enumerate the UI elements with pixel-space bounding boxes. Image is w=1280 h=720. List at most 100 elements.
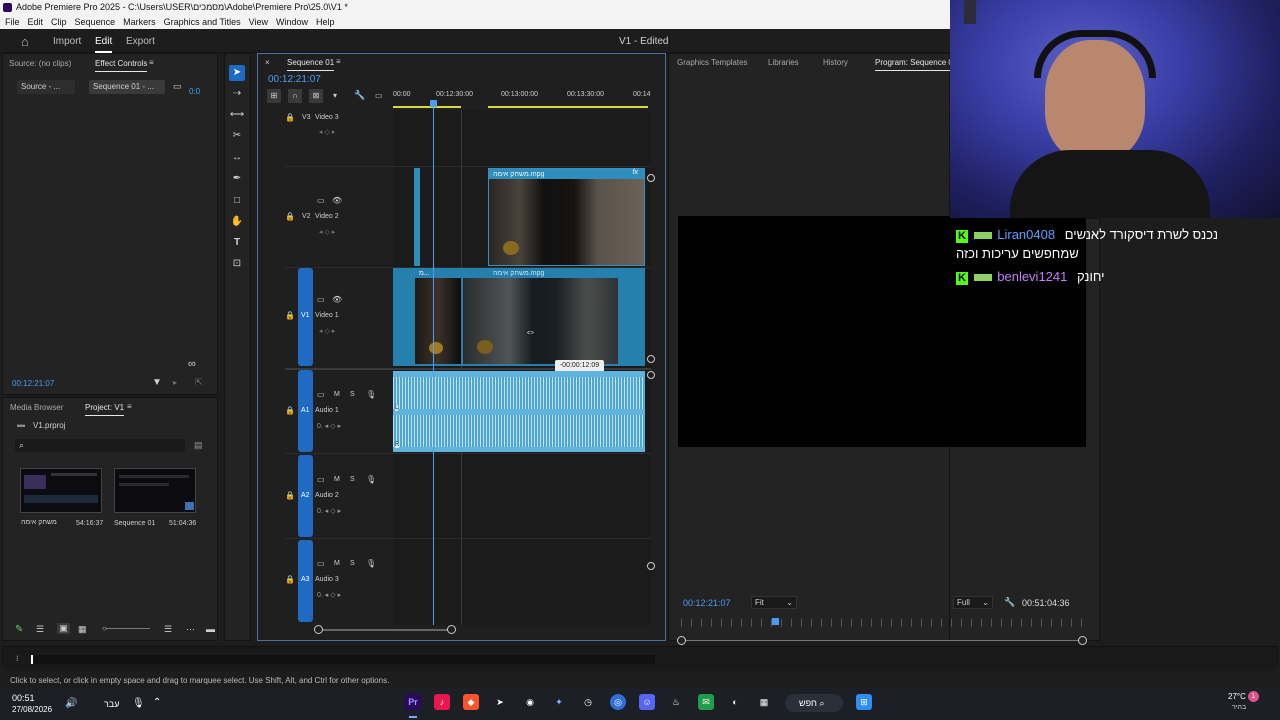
zoom-slider[interactable] xyxy=(106,628,150,629)
icon-view-icon[interactable]: ▣ xyxy=(57,623,70,634)
search-input[interactable] xyxy=(15,439,185,452)
freeform-icon[interactable]: ▦ xyxy=(78,624,87,635)
clock-app-icon[interactable]: ◷ xyxy=(580,694,596,710)
type-icon[interactable]: T xyxy=(229,235,245,251)
zoom-handle-right[interactable] xyxy=(1078,636,1087,645)
automate-icon[interactable]: ⋯ xyxy=(186,624,195,635)
snap-icon[interactable]: ∩ xyxy=(288,89,302,103)
time-ruler[interactable]: 00:00 00:12:30:00 00:13:00:00 00:13:30:0… xyxy=(393,85,651,110)
clip-v2[interactable]: משחק אימה.mpg fx xyxy=(488,168,645,266)
track-height-handle[interactable] xyxy=(647,355,655,363)
tab-import[interactable]: Import xyxy=(53,36,81,47)
volume-keyframe-icon[interactable]: 0. ◂ ◇ ▸ xyxy=(317,591,341,599)
weather-temp[interactable]: 27°C xyxy=(1228,692,1246,701)
tab-sequence[interactable]: Sequence 01 xyxy=(287,58,335,71)
lock-icon[interactable]: 🔒 xyxy=(285,406,295,415)
track-height-handle[interactable] xyxy=(647,562,655,570)
menu-graphics[interactable]: Graphics and Titles xyxy=(164,17,241,27)
linked-selection-icon[interactable]: ⊠ xyxy=(309,89,323,103)
wrench-icon[interactable]: 🔧 xyxy=(1004,597,1015,608)
lock-icon[interactable]: 🔒 xyxy=(285,212,295,221)
tab-project[interactable]: Project: V1 xyxy=(85,403,125,416)
mute-button[interactable]: M xyxy=(334,391,340,398)
lock-icon[interactable]: 🔒 xyxy=(285,113,295,122)
zoom-handle-right[interactable] xyxy=(447,625,456,634)
track-height-handle[interactable] xyxy=(647,371,655,379)
timeline-zoom-bar[interactable] xyxy=(318,629,452,631)
volume-keyframe-icon[interactable]: 0. ◂ ◇ ▸ xyxy=(317,507,341,515)
menu-help[interactable]: Help xyxy=(316,17,335,27)
toggle-sync-icon[interactable]: ▭ xyxy=(317,475,325,484)
taskbar-time[interactable]: 00:51 xyxy=(12,693,35,703)
tab-media-browser[interactable]: Media Browser xyxy=(10,403,63,412)
razor-icon[interactable]: ✂ xyxy=(229,128,245,144)
sort-icon[interactable]: ☰ xyxy=(164,624,172,635)
program-zoom-bar[interactable] xyxy=(681,640,1083,641)
menu-window[interactable]: Window xyxy=(276,17,308,27)
track-select-icon[interactable]: ⇢ xyxy=(229,86,245,102)
lock-icon[interactable]: 🔒 xyxy=(285,491,295,500)
toggle-sync-icon[interactable]: ▭ xyxy=(317,390,325,399)
track-height-handle[interactable] xyxy=(647,174,655,182)
chevron-up-icon[interactable]: ⌃ xyxy=(153,697,161,708)
new-item-icon[interactable]: ▬ xyxy=(206,624,215,634)
list-view-icon[interactable]: ☰ xyxy=(36,624,44,635)
export-icon[interactable]: ⇱ xyxy=(195,377,203,388)
tiktok-icon[interactable]: ♪ xyxy=(434,694,450,710)
lock-icon[interactable]: 🔒 xyxy=(285,311,295,320)
language-indicator[interactable]: עבר xyxy=(104,699,119,709)
add-marker-icon[interactable]: ▾ xyxy=(333,91,337,100)
source-dropdown[interactable]: Source - ... xyxy=(17,80,75,94)
volume-keyframe-icon[interactable]: 0. ◂ ◇ ▸ xyxy=(317,422,341,430)
start-button-icon[interactable]: ⊞ xyxy=(856,694,872,710)
tab-export[interactable]: Export xyxy=(126,36,155,47)
app-icon[interactable]: ✦ xyxy=(551,694,567,710)
new-bin-icon[interactable]: ▤ xyxy=(194,440,203,451)
discord-icon[interactable]: ☺ xyxy=(639,694,655,710)
steam-icon[interactable]: ♨ xyxy=(668,694,684,710)
eye-icon[interactable]: 👁 xyxy=(332,295,342,304)
panel-menu-icon[interactable]: ≡ xyxy=(336,57,341,66)
mute-button[interactable]: M xyxy=(334,476,340,483)
calculator-icon[interactable]: ▦ xyxy=(756,694,772,710)
solo-button[interactable]: S xyxy=(350,476,355,483)
tab-source[interactable]: Source: (no clips) xyxy=(9,59,71,68)
menu-edit[interactable]: Edit xyxy=(28,17,44,27)
notification-badge[interactable]: 1 xyxy=(1248,691,1259,702)
clip-sliver[interactable] xyxy=(414,168,420,266)
rectangle-icon[interactable]: □ xyxy=(229,193,245,209)
solo-button[interactable]: S xyxy=(350,560,355,567)
playhead-line[interactable] xyxy=(433,103,434,625)
caption-icon[interactable]: ⊡ xyxy=(229,256,245,272)
keyframe-nav-icon[interactable]: ◂ ◇ ▸ xyxy=(319,128,335,136)
command-input[interactable] xyxy=(31,655,655,664)
panel-menu-icon[interactable]: ≡ xyxy=(127,402,132,411)
toggle-sync-icon[interactable]: ▭ xyxy=(317,559,325,568)
slip-icon[interactable]: ↔ xyxy=(229,150,245,166)
sequence-dropdown[interactable]: Sequence 01 - ... xyxy=(89,80,165,94)
write-icon[interactable]: ✎ xyxy=(15,624,23,635)
solo-button[interactable]: S xyxy=(350,391,355,398)
speaker-icon[interactable]: 🔊 xyxy=(65,698,77,709)
hand-icon[interactable]: ✋ xyxy=(229,214,245,230)
eye-icon[interactable]: 👁 xyxy=(332,196,342,205)
premiere-taskbar-icon[interactable]: Pr xyxy=(405,694,421,710)
program-playhead-handle[interactable] xyxy=(772,618,779,625)
program-time-ruler[interactable] xyxy=(681,619,1083,627)
tab-libraries[interactable]: Libraries xyxy=(768,58,799,67)
microphone-icon[interactable]: 🎙 xyxy=(366,475,376,484)
media-thumbnail[interactable] xyxy=(20,468,102,513)
zoom-handle-left[interactable] xyxy=(677,636,686,645)
microphone-icon[interactable]: 🎙 xyxy=(366,390,376,399)
menu-markers[interactable]: Markers xyxy=(123,17,156,27)
quality-dropdown[interactable]: Full ⌄ xyxy=(953,596,993,609)
grip-icon[interactable]: ⁝ xyxy=(16,654,19,663)
tab-graphics-templates[interactable]: Graphics Templates xyxy=(677,58,748,67)
zoom-handle-icon[interactable]: ○ xyxy=(102,624,107,633)
menu-view[interactable]: View xyxy=(249,17,268,27)
panel-menu-icon[interactable]: ≡ xyxy=(149,58,154,67)
play-only-icon[interactable]: ▸ xyxy=(173,378,177,387)
pen-icon[interactable]: ✒ xyxy=(229,171,245,187)
toggle-sync-icon[interactable]: ▭ xyxy=(317,295,325,304)
toggle-sync-icon[interactable]: ▭ xyxy=(317,196,325,205)
